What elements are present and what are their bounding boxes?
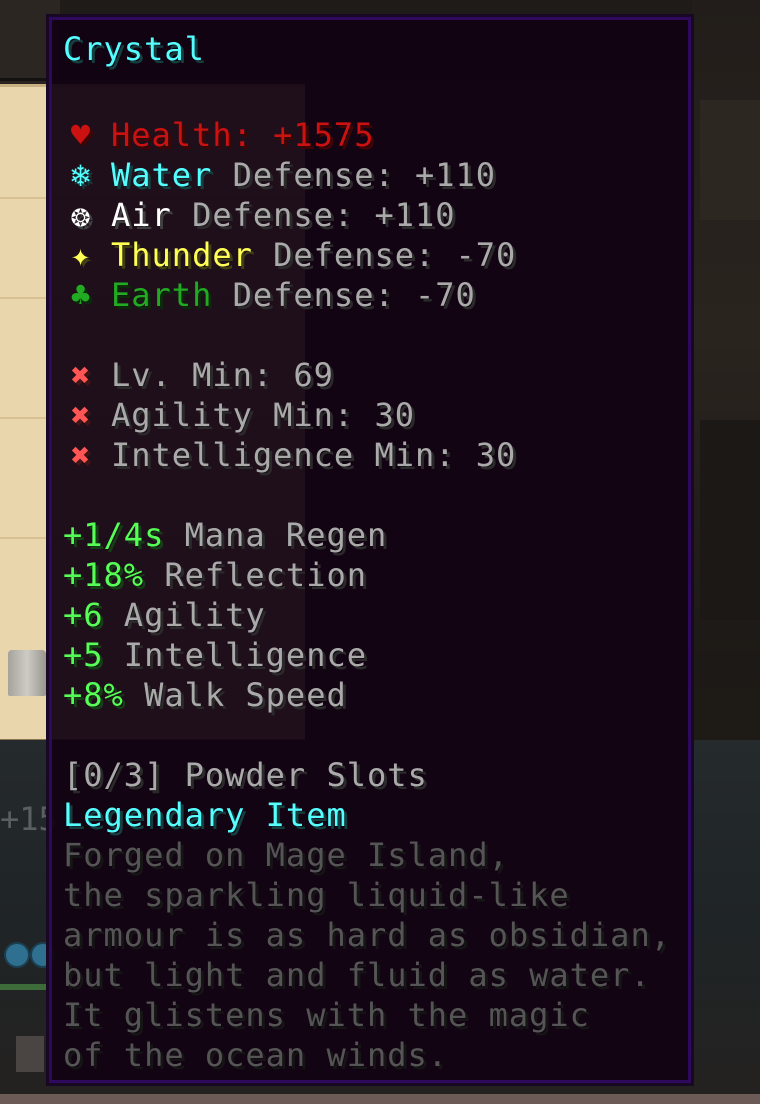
requirement-text: Intelligence Min: 30 [111, 436, 517, 474]
defense-value: Defense: +110 [171, 196, 456, 234]
lore-line: It glistens with the magic [63, 996, 590, 1034]
defense-element: Air [111, 196, 172, 234]
id-value: +5 [63, 636, 104, 674]
id-stat: Walk Speed [123, 676, 347, 714]
defense-line-air: ❂ Air Defense: +110 [63, 195, 456, 235]
lore-line: armour is as hard as obsidian, [63, 916, 671, 954]
defense-element: Earth [111, 276, 213, 314]
orb-icon [4, 942, 30, 968]
background-item-icon [16, 1036, 44, 1072]
identification-line: +1/4s Mana Regen [63, 515, 387, 555]
id-stat: Agility [103, 596, 266, 634]
item-tier: Legendary Item [63, 796, 347, 834]
requirement-text: Agility Min: 30 [111, 396, 415, 434]
id-stat: Intelligence [103, 636, 367, 674]
requirement-line: ✖ Agility Min: 30 [63, 395, 415, 435]
requirement-text: Lv. Min: 69 [111, 356, 334, 394]
identification-line: +18% Reflection [63, 555, 367, 595]
defense-value: Defense: +110 [212, 156, 497, 194]
id-stat: Reflection [144, 556, 367, 594]
id-value: +1/4s [63, 516, 165, 554]
water-snowflake-icon: ❄ [70, 156, 92, 194]
powder-slots: [0/3] Powder Slots [63, 756, 428, 794]
lore-line: the sparkling liquid-like [63, 876, 570, 914]
requirement-line: ✖ Intelligence Min: 30 [63, 435, 516, 475]
lore-line: Forged on Mage Island, [63, 836, 509, 874]
defense-element: Water [111, 156, 213, 194]
inventory-item-icon[interactable] [8, 650, 46, 696]
cross-icon: ✖ [70, 396, 92, 434]
defense-value: Defense: -70 [212, 276, 476, 314]
defense-line-thunder: ✦ Thunder Defense: -70 [63, 235, 516, 275]
background-bottom-edge [0, 1094, 760, 1104]
health-label: Health: +1575 [111, 116, 375, 154]
earth-clover-icon: ♣ [70, 276, 92, 314]
id-stat: Mana Regen [164, 516, 388, 554]
lore-line: of the ocean winds. [63, 1036, 449, 1074]
cross-icon: ✖ [70, 436, 92, 474]
defense-line-earth: ♣ Earth Defense: -70 [63, 275, 476, 315]
thunder-star-icon: ✦ [70, 236, 92, 274]
background-strip [0, 984, 48, 990]
lore-line: but light and fluid as water. [63, 956, 651, 994]
health-line: ♥ Health: +1575 [63, 115, 374, 155]
cross-icon: ✖ [70, 356, 92, 394]
id-value: +8% [63, 676, 124, 714]
identification-line: +6 Agility [63, 595, 266, 635]
heart-icon: ♥ [70, 116, 92, 154]
defense-value: Defense: -70 [252, 236, 517, 274]
background-block [700, 420, 760, 620]
defense-element: Thunder [111, 236, 253, 274]
background-block [700, 100, 760, 220]
requirement-line: ✖ Lv. Min: 69 [63, 355, 334, 395]
id-value: +18% [63, 556, 145, 594]
identification-line: +5 Intelligence [63, 635, 367, 675]
item-name: Crystal [63, 30, 205, 68]
identification-line: +8% Walk Speed [63, 675, 347, 715]
air-sun-icon: ❂ [70, 196, 92, 234]
defense-line-water: ❄ Water Defense: +110 [63, 155, 496, 195]
item-tooltip: Crystal ♥ Health: +1575 ❄ Water Defense: +… [46, 14, 694, 1086]
id-value: +6 [63, 596, 104, 634]
